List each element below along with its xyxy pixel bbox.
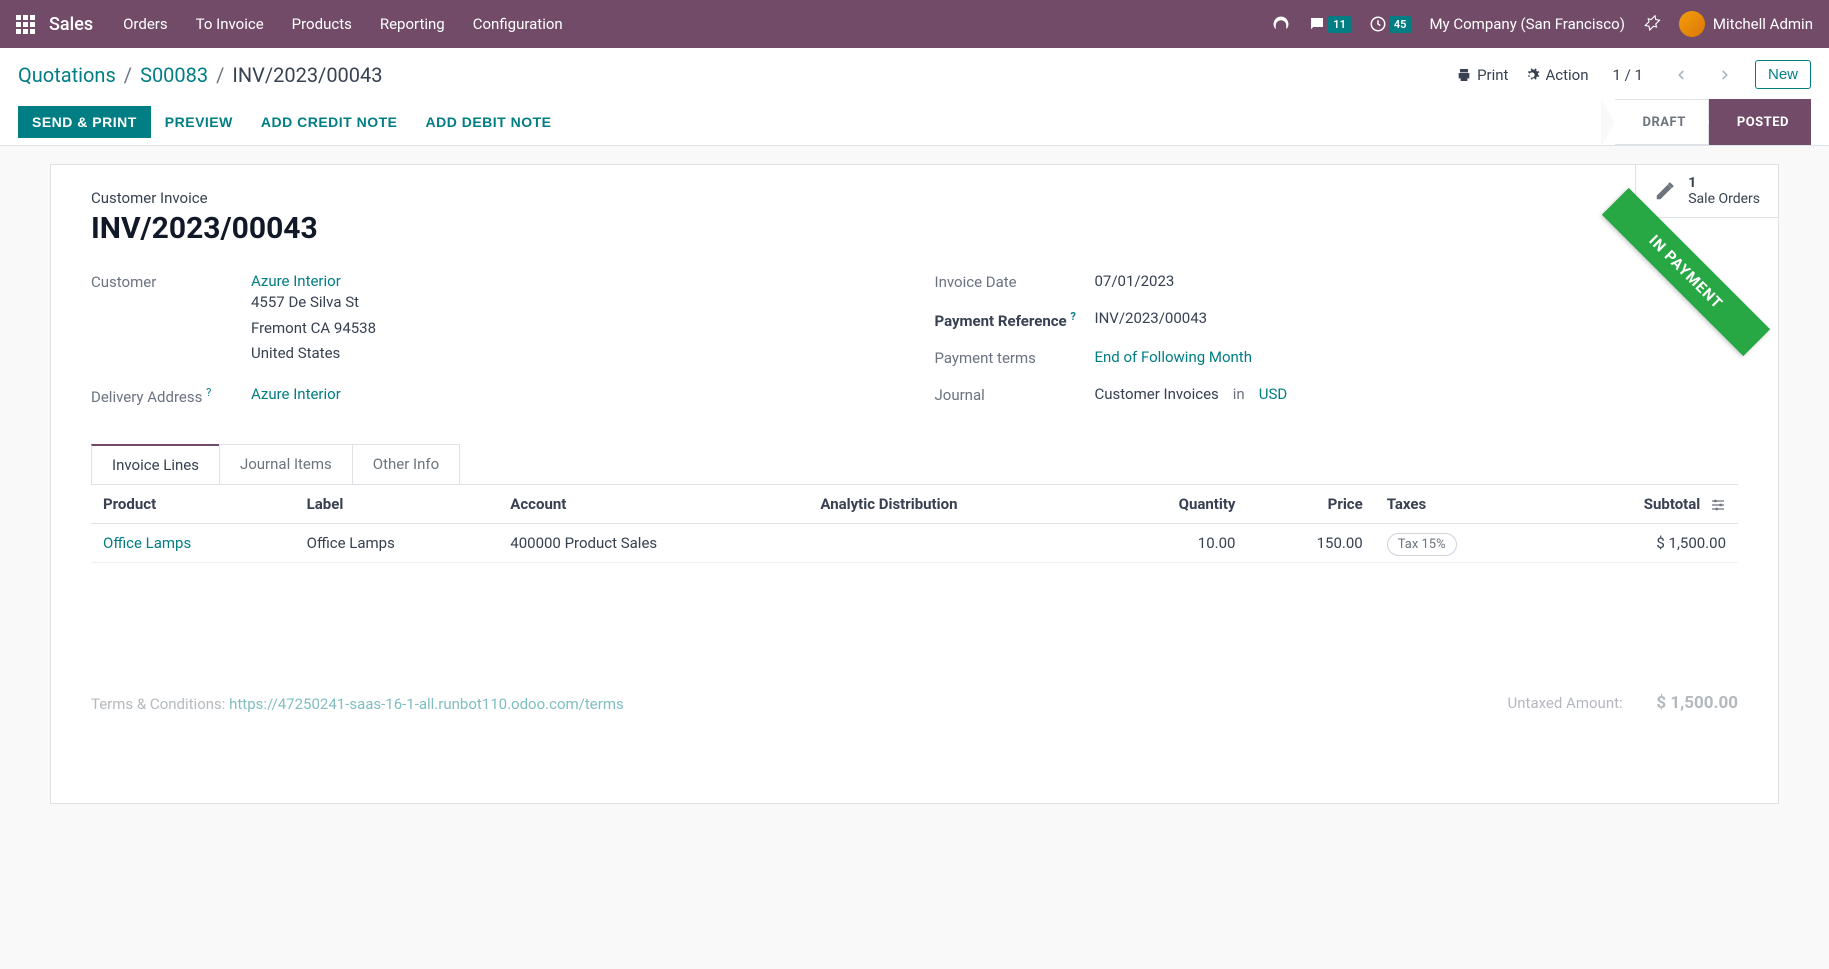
activities-button[interactable]: 45	[1369, 15, 1412, 33]
avatar	[1679, 11, 1705, 37]
user-name: Mitchell Admin	[1713, 15, 1813, 33]
pager[interactable]: 1 / 1	[1612, 66, 1643, 84]
print-button[interactable]: Print	[1456, 66, 1508, 84]
preview-button[interactable]: PREVIEW	[151, 106, 247, 138]
tab-other-info[interactable]: Other Info	[352, 444, 460, 484]
line-price[interactable]: 150.00	[1247, 523, 1374, 562]
add-credit-note-button[interactable]: ADD CREDIT NOTE	[247, 106, 412, 138]
form-subtitle: Customer Invoice	[91, 189, 1738, 207]
form-sheet: 1 Sale Orders IN PAYMENT Customer Invoic…	[50, 164, 1779, 804]
help-icon[interactable]: ?	[1070, 310, 1075, 323]
col-account[interactable]: Account	[498, 484, 808, 523]
top-nav: Sales Orders To Invoice Products Reporti…	[0, 0, 1829, 48]
pencil-icon	[1654, 180, 1676, 202]
pager-prev[interactable]	[1667, 61, 1695, 89]
payment-ref-label: Payment Reference ?	[935, 309, 1095, 330]
payment-terms-label: Payment terms	[935, 348, 1095, 367]
debug-icon[interactable]	[1643, 15, 1661, 33]
line-product[interactable]: Office Lamps	[91, 523, 295, 562]
company-selector[interactable]: My Company (San Francisco)	[1429, 15, 1624, 33]
line-account[interactable]: 400000 Product Sales	[498, 523, 808, 562]
customer-label: Customer	[91, 272, 251, 291]
line-analytic[interactable]	[808, 523, 1100, 562]
control-panel: Quotations / S00083 / INV/2023/00043 Pri…	[0, 48, 1829, 146]
untaxed-label: Untaxed Amount:	[1508, 694, 1623, 712]
line-qty[interactable]: 10.00	[1101, 523, 1248, 562]
line-label[interactable]: Office Lamps	[295, 523, 499, 562]
action-button[interactable]: Action	[1524, 66, 1588, 84]
breadcrumb-order[interactable]: S00083	[140, 63, 208, 87]
tab-journal-items[interactable]: Journal Items	[219, 444, 353, 484]
customer-link[interactable]: Azure Interior	[251, 272, 376, 290]
apps-icon[interactable]	[16, 15, 35, 34]
col-quantity[interactable]: Quantity	[1101, 484, 1248, 523]
app-title[interactable]: Sales	[49, 14, 93, 35]
line-tax[interactable]: Tax 15%	[1375, 523, 1545, 562]
col-product[interactable]: Product	[91, 484, 295, 523]
col-subtotal[interactable]: Subtotal	[1545, 484, 1738, 523]
tab-invoice-lines[interactable]: Invoice Lines	[91, 444, 220, 484]
status-bar: DRAFT POSTED	[1615, 99, 1812, 145]
support-icon[interactable]	[1272, 15, 1290, 33]
invoice-date[interactable]: 07/01/2023	[1095, 272, 1175, 290]
line-subtotal: $ 1,500.00	[1545, 523, 1738, 562]
stat-sale-orders[interactable]: 1 Sale Orders	[1636, 165, 1778, 217]
messages-badge: 11	[1328, 16, 1351, 33]
payment-ref[interactable]: INV/2023/00043	[1095, 309, 1208, 327]
add-debit-note-button[interactable]: ADD DEBIT NOTE	[412, 106, 566, 138]
journal-label: Journal	[935, 385, 1095, 404]
terms-link[interactable]: https://47250241-saas-16-1-all.runbot110…	[229, 695, 624, 713]
col-analytic[interactable]: Analytic Distribution	[808, 484, 1100, 523]
delivery-label: Delivery Address ?	[91, 385, 251, 406]
table-row[interactable]: Office Lamps Office Lamps 400000 Product…	[91, 523, 1738, 562]
payment-terms[interactable]: End of Following Month	[1095, 348, 1252, 366]
invoice-lines-table: Product Label Account Analytic Distribut…	[91, 484, 1738, 563]
messages-button[interactable]: 11	[1308, 15, 1351, 33]
column-settings-icon[interactable]	[1710, 497, 1726, 513]
new-button[interactable]: New	[1755, 60, 1811, 89]
help-icon[interactable]: ?	[206, 386, 211, 399]
breadcrumb-quotations[interactable]: Quotations	[18, 63, 116, 87]
addr-country: United States	[251, 341, 376, 367]
col-price[interactable]: Price	[1247, 484, 1374, 523]
tabs: Invoice Lines Journal Items Other Info	[91, 444, 1738, 484]
nav-to-invoice[interactable]: To Invoice	[196, 15, 264, 33]
delivery-link[interactable]: Azure Interior	[251, 385, 341, 403]
invoice-number: INV/2023/00043	[91, 211, 1738, 246]
stat-label: Sale Orders	[1688, 191, 1760, 207]
stat-count: 1	[1688, 175, 1760, 191]
terms-text: Terms & Conditions: https://47250241-saa…	[91, 695, 624, 713]
activities-badge: 45	[1389, 16, 1412, 33]
breadcrumb: Quotations / S00083 / INV/2023/00043	[18, 63, 383, 87]
addr-street: 4557 De Silva St	[251, 290, 376, 316]
journal-value[interactable]: Customer Invoices	[1095, 385, 1219, 403]
nav-configuration[interactable]: Configuration	[473, 15, 563, 33]
addr-city: Fremont CA 94538	[251, 316, 376, 342]
invoice-date-label: Invoice Date	[935, 272, 1095, 291]
nav-products[interactable]: Products	[292, 15, 352, 33]
col-taxes[interactable]: Taxes	[1375, 484, 1545, 523]
status-posted[interactable]: POSTED	[1709, 99, 1811, 145]
send-print-button[interactable]: SEND & PRINT	[18, 106, 151, 138]
untaxed-value: $ 1,500.00	[1656, 693, 1738, 713]
breadcrumb-current: INV/2023/00043	[232, 63, 382, 87]
currency[interactable]: USD	[1259, 385, 1287, 403]
nav-reporting[interactable]: Reporting	[380, 15, 445, 33]
nav-orders[interactable]: Orders	[123, 15, 168, 33]
pager-next[interactable]	[1711, 61, 1739, 89]
col-label[interactable]: Label	[295, 484, 499, 523]
user-menu[interactable]: Mitchell Admin	[1679, 11, 1813, 37]
